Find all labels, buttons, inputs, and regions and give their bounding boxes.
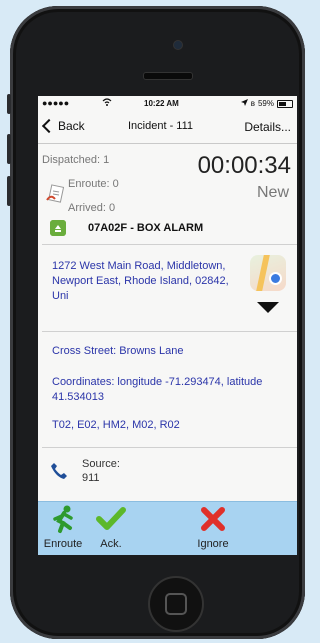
incident-timer: 00:00:34 — [197, 152, 291, 179]
enroute-label: Enroute — [43, 538, 83, 550]
home-button[interactable] — [148, 576, 204, 632]
status-right: ʙ 59% — [240, 99, 293, 108]
status-bar: ●●●●● 10:22 AM ʙ 59% — [38, 96, 297, 111]
ignore-label: Ignore — [197, 538, 229, 550]
maps-icon[interactable] — [250, 255, 286, 291]
wifi-icon — [102, 98, 112, 108]
expand-triangle-icon[interactable] — [257, 302, 279, 313]
status-time: 10:22 AM — [144, 99, 179, 108]
signed-document-icon — [46, 184, 64, 203]
unit-counts-panel: Dispatched: 1 Enroute: 0 Arrived: 0 00:0… — [38, 144, 297, 214]
arrived-count: Arrived: 0 — [68, 202, 116, 214]
details-button[interactable]: Details... — [244, 120, 291, 134]
action-toolbar: Enroute Ack. Ignore — [38, 501, 297, 555]
back-button[interactable]: Back — [41, 118, 85, 134]
signal-strength: ●●●●● — [42, 98, 70, 108]
front-camera — [173, 40, 183, 50]
checkmark-icon — [96, 507, 126, 530]
source-section: Source: 911 — [38, 448, 297, 486]
incident-header: 07A02F - BOX ALARM — [38, 214, 297, 244]
volume-down-button — [7, 176, 11, 206]
battery-percent: 59% — [257, 99, 274, 108]
source-value: 911 — [82, 472, 100, 484]
incident-address[interactable]: 1272 West Main Road, Middletown, Newport… — [52, 259, 237, 304]
incident-type-icon — [50, 220, 66, 236]
phone-icon — [51, 463, 67, 479]
ignore-button[interactable]: Ignore — [190, 504, 236, 550]
cross-street: Cross Street: Browns Lane — [52, 345, 184, 357]
enroute-button[interactable]: Enroute — [40, 504, 86, 550]
coordinates: Coordinates: longitude -71.293474, latit… — [52, 376, 263, 403]
incident-state: New — [256, 184, 289, 201]
ack-label: Ack. — [100, 538, 122, 550]
x-icon — [201, 507, 225, 531]
assigned-units: T02, E02, HM2, M02, R02 — [52, 419, 180, 431]
dispatched-count: Dispatched: 1 — [42, 154, 110, 166]
navigation-bar: Back Incident - 111 Details... — [38, 111, 297, 144]
earpiece-speaker — [143, 72, 193, 80]
volume-up-button — [7, 134, 11, 164]
location-icon — [240, 99, 248, 108]
silent-switch — [7, 94, 11, 114]
battery-icon — [277, 99, 293, 108]
bluetooth-icon: ʙ — [250, 99, 255, 108]
enroute-count: Enroute: 0 — [68, 178, 119, 190]
address-section: 1272 West Main Road, Middletown, Newport… — [38, 245, 297, 331]
battery-fill — [279, 101, 287, 106]
page-title: Incident - 111 — [128, 120, 194, 132]
back-label: Back — [58, 119, 85, 133]
ack-button[interactable]: Ack. — [92, 504, 130, 550]
app-screen: ●●●●● 10:22 AM ʙ 59% Back Incident - 111… — [38, 96, 297, 555]
running-person-icon — [53, 505, 73, 533]
incident-code: 07A02F - BOX ALARM — [88, 222, 204, 234]
chevron-left-icon — [41, 118, 57, 134]
source-label: Source: — [82, 458, 120, 470]
